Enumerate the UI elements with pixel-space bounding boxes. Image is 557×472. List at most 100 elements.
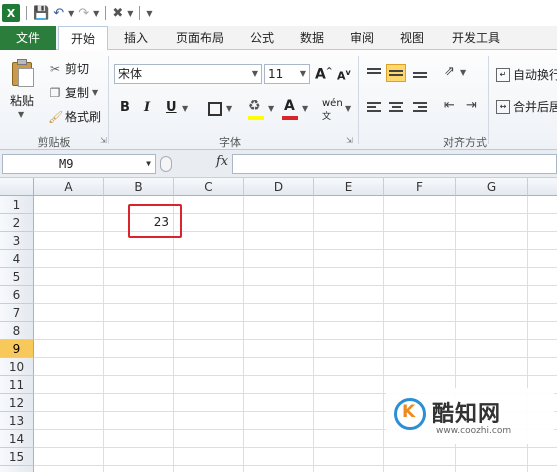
coozhi-logo-icon: K: [394, 398, 426, 430]
italic-button[interactable]: I: [144, 100, 150, 115]
undo-dropdown-icon[interactable]: ▼: [68, 9, 74, 18]
align-top-button[interactable]: [364, 64, 384, 82]
tab-formulas[interactable]: 公式: [242, 26, 282, 50]
format-painter-button[interactable]: 🖌 格式刷: [48, 108, 101, 125]
column-header-a[interactable]: A: [34, 178, 104, 196]
copy-icon: ❐: [49, 85, 61, 100]
grid-line: [34, 321, 557, 322]
copy-label: 复制: [65, 86, 90, 100]
font-color-dropdown-icon[interactable]: ▼: [302, 104, 308, 113]
column-header-e[interactable]: E: [314, 178, 384, 196]
align-bottom-button[interactable]: [410, 64, 430, 82]
grid-line: [34, 465, 557, 466]
excel-app-icon[interactable]: X: [2, 4, 20, 22]
row-header-11[interactable]: 11: [0, 376, 34, 394]
row-header-2[interactable]: 2: [0, 214, 34, 232]
column-header-g[interactable]: G: [456, 178, 528, 196]
row-header-9[interactable]: 9: [0, 340, 34, 358]
paste-dropdown-icon[interactable]: ▼: [18, 110, 24, 119]
paste-button-label[interactable]: 粘贴: [10, 92, 34, 109]
grow-font-button[interactable]: A^: [315, 66, 333, 83]
undo-icon[interactable]: ↶: [53, 6, 64, 21]
paste-icon[interactable]: [10, 58, 36, 88]
merge-center-button[interactable]: ↔ 合并后居中: [496, 98, 557, 115]
customize-icon[interactable]: ✖: [112, 6, 123, 21]
watermark: K 酷知网 www.coozhi.com: [386, 388, 554, 444]
redo-dropdown-icon[interactable]: ▼: [93, 9, 99, 18]
font-size-value: 11: [268, 67, 284, 81]
tab-review[interactable]: 审阅: [342, 26, 382, 50]
tab-home[interactable]: 开始: [58, 26, 108, 51]
column-header-c[interactable]: C: [174, 178, 244, 196]
bold-button[interactable]: B: [120, 100, 130, 115]
tab-file[interactable]: 文件: [0, 26, 56, 50]
fill-color-icon[interactable]: ♻: [248, 98, 261, 114]
row-header-4[interactable]: 4: [0, 250, 34, 268]
tab-insert[interactable]: 插入: [116, 26, 156, 50]
underline-dropdown-icon[interactable]: ▼: [182, 104, 188, 113]
brush-icon: 🖌: [48, 109, 64, 124]
align-center-button[interactable]: [386, 98, 406, 116]
select-all-corner[interactable]: [0, 178, 34, 196]
increase-indent-icon[interactable]: ⇥: [466, 98, 477, 113]
font-name-select[interactable]: 宋体 ▼: [114, 64, 262, 84]
grid-line: [34, 267, 557, 268]
row-header-14[interactable]: 14: [0, 430, 34, 448]
name-box-value: M9: [59, 157, 74, 171]
qat-separator: [26, 6, 27, 20]
tab-page-layout[interactable]: 页面布局: [168, 26, 232, 50]
tab-data[interactable]: 数据: [292, 26, 332, 50]
underline-button[interactable]: U: [166, 100, 177, 115]
phonetic-dropdown-icon[interactable]: ▼: [345, 104, 351, 113]
shrink-font-button[interactable]: Av: [337, 68, 351, 83]
font-color-icon[interactable]: A: [284, 98, 295, 114]
row-header-6[interactable]: 6: [0, 286, 34, 304]
qat-more-icon[interactable]: ▼: [146, 9, 152, 18]
tab-view[interactable]: 视图: [392, 26, 432, 50]
row-header-3[interactable]: 3: [0, 232, 34, 250]
customize-dropdown-icon[interactable]: ▼: [127, 9, 133, 18]
cut-button[interactable]: ✂ 剪切: [48, 60, 89, 77]
row-header-16[interactable]: [0, 466, 34, 472]
row-header-15[interactable]: 15: [0, 448, 34, 466]
decrease-indent-icon[interactable]: ⇤: [444, 98, 455, 113]
orientation-icon[interactable]: ⇗: [444, 64, 455, 79]
grid-line: [34, 303, 557, 304]
copy-button[interactable]: ❐ 复制 ▼: [48, 84, 99, 101]
border-dropdown-icon[interactable]: ▼: [226, 104, 232, 113]
align-left-button[interactable]: [364, 98, 384, 116]
fill-dropdown-icon[interactable]: ▼: [268, 104, 274, 113]
name-box-dropdown-icon[interactable]: ▼: [146, 155, 151, 173]
name-box[interactable]: M9 ▼: [2, 154, 156, 174]
row-header-7[interactable]: 7: [0, 304, 34, 322]
column-header-f[interactable]: F: [384, 178, 456, 196]
row-header-8[interactable]: 8: [0, 322, 34, 340]
ribbon-home: 粘贴 ▼ ✂ 剪切 ❐ 复制 ▼ 🖌 格式刷 剪贴板 ⇲ 宋体 ▼ 11 ▼ A…: [0, 50, 557, 150]
row-header-1[interactable]: 1: [0, 196, 34, 214]
font-size-select[interactable]: 11 ▼: [264, 64, 310, 84]
wrap-text-button[interactable]: ↵ 自动换行: [496, 66, 557, 83]
border-icon[interactable]: [208, 102, 222, 116]
align-middle-button[interactable]: [386, 64, 406, 82]
save-icon[interactable]: 💾: [33, 6, 49, 21]
row-header-12[interactable]: 12: [0, 394, 34, 412]
column-header-d[interactable]: D: [244, 178, 314, 196]
orientation-dropdown-icon[interactable]: ▼: [460, 68, 466, 77]
tab-developer[interactable]: 开发工具: [444, 26, 508, 50]
column-header-b[interactable]: B: [104, 178, 174, 196]
copy-dropdown-icon[interactable]: ▼: [92, 88, 98, 97]
phonetic-button[interactable]: wén 文: [322, 98, 343, 122]
font-launcher-icon[interactable]: ⇲: [346, 136, 353, 145]
row-header-13[interactable]: 13: [0, 412, 34, 430]
redo-icon[interactable]: ↷: [78, 6, 89, 21]
merge-center-icon: ↔: [496, 99, 510, 114]
formula-input[interactable]: [232, 154, 557, 174]
column-header-h[interactable]: [528, 178, 557, 196]
grid-line: [34, 357, 557, 358]
align-right-button[interactable]: [410, 98, 430, 116]
clipboard-launcher-icon[interactable]: ⇲: [100, 136, 107, 145]
insert-function-icon[interactable]: fx: [216, 154, 228, 169]
row-header-10[interactable]: 10: [0, 358, 34, 376]
ribbon-tab-bar: 文件 开始 插入 页面布局 公式 数据 审阅 视图 开发工具: [0, 26, 557, 51]
row-header-5[interactable]: 5: [0, 268, 34, 286]
